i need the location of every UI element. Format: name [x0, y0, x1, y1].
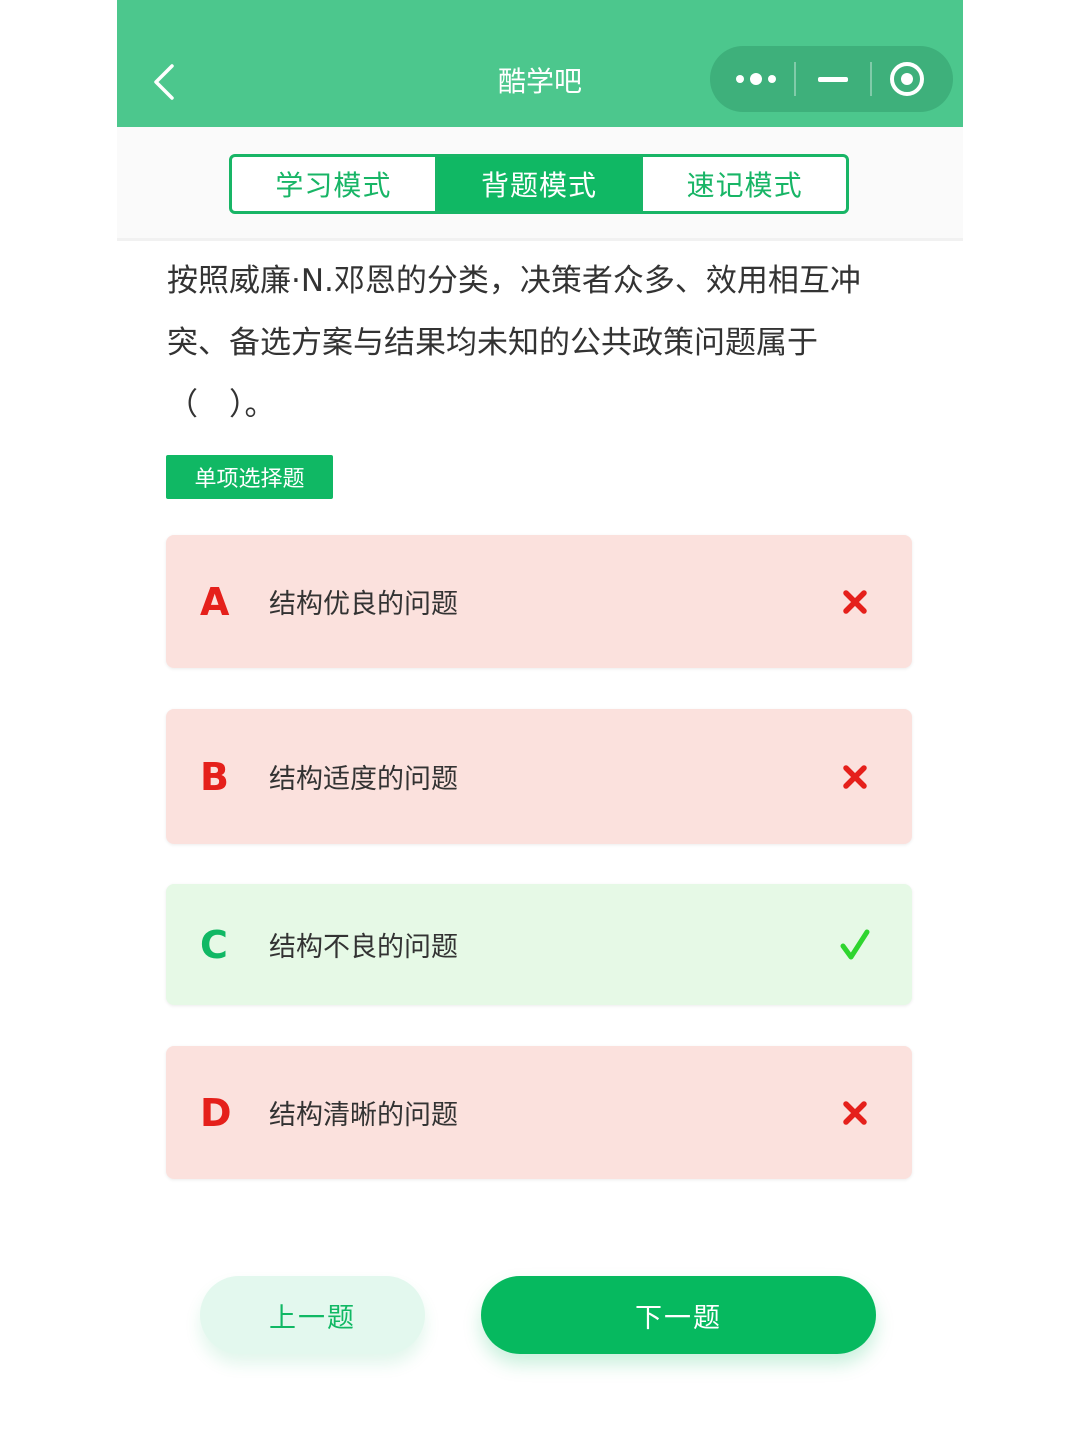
target-icon	[890, 62, 924, 96]
nav-bar: 酷学吧	[117, 0, 963, 127]
tab-memorize-mode[interactable]: 速记模式	[640, 157, 846, 211]
mode-tab-bar: 学习模式 背题模式 速记模式	[117, 127, 963, 241]
question-type-badge: 单项选择题	[166, 455, 333, 499]
option-letter: B	[200, 754, 229, 799]
option-letter: A	[200, 579, 230, 624]
app-screen: 酷学吧 学习模式 背题模式 速记模式 按照威廉·N.邓恩的分类，决策者众多、效用…	[117, 0, 963, 1440]
option-d[interactable]: D 结构清晰的问题	[166, 1046, 912, 1179]
minimize-icon	[818, 77, 848, 82]
option-c[interactable]: C 结构不良的问题	[166, 884, 912, 1005]
option-letter: D	[200, 1090, 232, 1135]
cross-icon	[838, 709, 872, 844]
prev-question-button[interactable]: 上一题	[200, 1276, 425, 1354]
mode-tabs: 学习模式 背题模式 速记模式	[229, 154, 849, 214]
more-dots-icon	[736, 73, 776, 85]
cross-icon	[838, 535, 872, 668]
mini-program-capsule	[710, 46, 953, 112]
option-text: 结构清晰的问题	[269, 1100, 458, 1131]
next-question-button[interactable]: 下一题	[481, 1276, 876, 1354]
tab-study-mode[interactable]: 学习模式	[232, 157, 435, 211]
close-mini-program-button[interactable]	[867, 46, 947, 112]
option-text: 结构不良的问题	[269, 932, 458, 963]
tab-recite-mode[interactable]: 背题模式	[434, 157, 641, 211]
option-a[interactable]: A 结构优良的问题	[166, 535, 912, 668]
question-text: 按照威廉·N.邓恩的分类，决策者众多、效用相互冲突、备选方案与结果均未知的公共政…	[167, 263, 861, 423]
checkmark-icon	[838, 884, 872, 1005]
minimize-button[interactable]	[793, 46, 873, 112]
option-text: 结构优良的问题	[269, 589, 458, 620]
option-letter: C	[200, 922, 228, 967]
option-b[interactable]: B 结构适度的问题	[166, 709, 912, 844]
cross-icon	[838, 1046, 872, 1179]
more-button[interactable]	[716, 46, 796, 112]
option-text: 结构适度的问题	[269, 764, 458, 795]
